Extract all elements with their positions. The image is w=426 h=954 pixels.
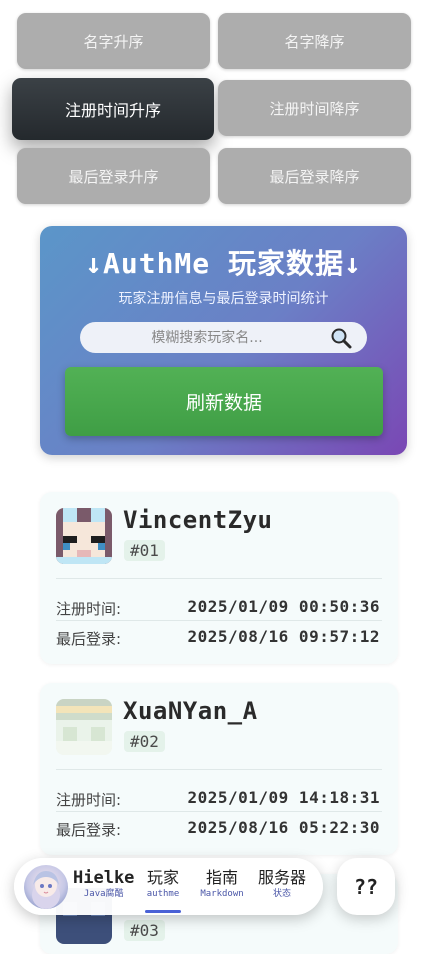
- search-box: [80, 321, 367, 354]
- last-login-label: 最后登录:: [56, 630, 122, 648]
- nav-item-sub: 状态: [272, 889, 291, 899]
- player-card[interactable]: XuaNYan_A #02 注册时间: 2025/01/09 14:18:31 …: [40, 683, 398, 855]
- rank-badge: #01: [124, 540, 165, 561]
- help-button[interactable]: ??: [337, 858, 395, 915]
- reg-time-label: 注册时间:: [56, 791, 122, 809]
- nav-brand-label: Hielke: [73, 868, 135, 888]
- player-name: VincentZyu: [123, 506, 273, 534]
- nav-item-guide[interactable]: 指南 Markdown: [194, 868, 250, 900]
- nav-item-sub: authme: [146, 889, 180, 899]
- reg-time-value: 2025/01/09 00:50:36: [187, 597, 380, 616]
- rank-badge: #03: [124, 920, 165, 941]
- nav-item-players[interactable]: 玩家 authme: [145, 868, 181, 900]
- nav-item-server[interactable]: 服务器 状态: [255, 868, 309, 900]
- hero-panel: ↓AuthMe 玩家数据↓ 玩家注册信息与最后登录时间统计 刷新数据: [40, 226, 407, 455]
- search-icon[interactable]: [329, 326, 353, 350]
- refresh-button[interactable]: 刷新数据: [65, 367, 383, 436]
- sort-login-asc-button[interactable]: 最后登录升序: [17, 148, 210, 204]
- nav-item-label: 服务器: [257, 868, 306, 887]
- divider: [56, 578, 382, 579]
- nav-brand[interactable]: Hielke Java腐酷: [73, 868, 134, 900]
- player-avatar: [56, 699, 112, 755]
- sort-login-desc-button[interactable]: 最后登录降序: [218, 148, 411, 204]
- reg-time-value: 2025/01/09 14:18:31: [187, 788, 380, 807]
- sort-reg-desc-button[interactable]: 注册时间降序: [218, 80, 411, 136]
- sort-reg-asc-button[interactable]: 注册时间升序: [12, 78, 214, 140]
- last-login-label: 最后登录:: [56, 821, 122, 839]
- divider: [56, 769, 382, 770]
- reg-time-label: 注册时间:: [56, 600, 122, 618]
- divider: [56, 811, 382, 812]
- sort-name-desc-button[interactable]: 名字降序: [218, 13, 411, 69]
- brand-avatar[interactable]: [24, 865, 68, 909]
- nav-item-sub: Markdown: [200, 889, 244, 899]
- rank-badge: #02: [124, 731, 165, 752]
- bottom-nav: Hielke Java腐酷 玩家 authme 指南 Markdown 服务器 …: [14, 858, 323, 915]
- nav-brand-sub: Java腐酷: [83, 889, 124, 899]
- sort-name-asc-button[interactable]: 名字升序: [17, 13, 210, 69]
- last-login-value: 2025/08/16 05:22:30: [187, 818, 380, 837]
- nav-item-label: 指南: [205, 868, 238, 887]
- search-input[interactable]: [90, 321, 324, 354]
- page-title: ↓AuthMe 玩家数据↓: [85, 247, 362, 280]
- nav-item-label: 玩家: [146, 868, 179, 887]
- nav-active-indicator: [145, 910, 181, 913]
- player-avatar: [56, 508, 112, 564]
- player-card[interactable]: VincentZyu #01 注册时间: 2025/01/09 00:50:36…: [40, 492, 398, 664]
- last-login-value: 2025/08/16 09:57:12: [187, 627, 380, 646]
- page-subtitle: 玩家注册信息与最后登录时间统计: [118, 291, 329, 307]
- divider: [56, 620, 382, 621]
- player-name: XuaNYan_A: [123, 697, 258, 725]
